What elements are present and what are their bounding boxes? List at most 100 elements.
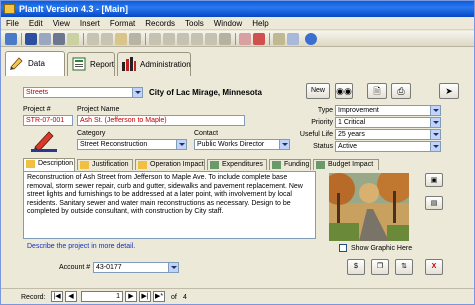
next-record-icon: ▶ [128, 293, 134, 300]
previous-record-button[interactable]: ◀ [65, 291, 77, 302]
chevron-down-icon[interactable] [430, 130, 440, 139]
find-icon[interactable] [219, 33, 231, 45]
tab-administration[interactable]: Administration [117, 52, 191, 76]
useful-life-select[interactable]: 25 years [335, 129, 441, 140]
menu-insert[interactable]: Insert [75, 17, 105, 30]
account-select[interactable]: 43-0177 [93, 262, 179, 273]
operation-impact-icon [138, 161, 147, 169]
toolbar-separator [83, 33, 84, 45]
delete-record-icon[interactable] [253, 33, 265, 45]
cut-icon[interactable] [87, 33, 99, 45]
menu-window[interactable]: Window [209, 17, 247, 30]
record-label: Record: [21, 294, 46, 301]
description-icon [26, 160, 35, 168]
tab-operation-impact[interactable]: Operation Impact [135, 159, 205, 170]
last-record-button[interactable]: ▶| [139, 291, 151, 302]
description-textarea[interactable]: Reconstruction of Ash Street from Jeffer… [23, 171, 316, 239]
justification-icon [80, 161, 89, 169]
sort-button[interactable]: ⇅ [395, 259, 413, 275]
dollar-icon: $ [354, 263, 358, 270]
clear-graphic-button[interactable]: ▤ [425, 196, 443, 210]
new-record-nav-button[interactable]: ▶* [153, 291, 165, 302]
first-record-button[interactable]: |◀ [51, 291, 63, 302]
toolbar-separator [21, 33, 22, 45]
print-button[interactable]: ⎙ [391, 83, 411, 99]
tab-data[interactable]: Data [5, 51, 65, 76]
status-select[interactable]: Active [335, 141, 441, 152]
tab-funding[interactable]: Funding [269, 159, 311, 170]
chevron-down-icon[interactable] [168, 263, 178, 272]
database-window-icon[interactable] [273, 33, 285, 45]
last-record-icon: ▶| [141, 293, 149, 300]
account-label: Account # [59, 264, 91, 271]
menu-file[interactable]: File [1, 17, 24, 30]
menu-format[interactable]: Format [105, 17, 140, 30]
exit-button[interactable]: ➤ [439, 83, 459, 99]
menu-view[interactable]: View [48, 17, 75, 30]
paste-icon[interactable] [115, 33, 127, 45]
main-window: PlanIt Version 4.3 - [Main] File Edit View… [0, 0, 475, 305]
copy-project-button[interactable]: ❐ [371, 259, 389, 275]
title-bar: PlanIt Version 4.3 - [Main] [1, 1, 474, 17]
category-select[interactable]: Street Reconstruction [77, 139, 187, 150]
menu-records[interactable]: Records [140, 17, 180, 30]
tab-expenditures[interactable]: Expenditures [207, 159, 267, 170]
toolbar [1, 31, 474, 47]
delete-project-button[interactable]: X [425, 259, 443, 275]
chevron-down-icon[interactable] [430, 106, 440, 115]
preview-button[interactable]: 🗎 [367, 83, 387, 99]
chevron-down-icon[interactable] [430, 142, 440, 151]
city-name: City of Lac Mirage, Minnesota [149, 88, 262, 97]
project-name-field[interactable]: Ash St. (Jefferson to Maple) [77, 115, 245, 126]
menu-help[interactable]: Help [247, 17, 273, 30]
design-view-icon[interactable] [5, 33, 17, 45]
filter-form-icon[interactable] [191, 33, 203, 45]
tab-report[interactable]: Report [67, 52, 115, 76]
contact-select[interactable]: Public Works Director [194, 139, 290, 150]
tab-budget-impact[interactable]: Budget Impact [313, 159, 379, 170]
chevron-down-icon[interactable] [430, 118, 440, 127]
money-button[interactable]: $ [347, 259, 365, 275]
account-value: 43-0177 [96, 264, 122, 271]
sort-ascending-icon[interactable] [149, 33, 161, 45]
program-select[interactable]: Streets [23, 87, 143, 98]
camera-button[interactable]: ▣ [425, 173, 443, 187]
module-tabs: Data Report Administration [1, 48, 474, 76]
type-value: Improvement [338, 107, 379, 114]
new-object-icon[interactable] [287, 33, 299, 45]
printer-icon: ⎙ [397, 86, 405, 96]
new-button[interactable]: New [306, 83, 330, 99]
print-preview-icon[interactable] [39, 33, 51, 45]
show-graphic-checkbox[interactable] [339, 244, 347, 252]
priority-select[interactable]: 1 Critical [335, 117, 441, 128]
tab-report-label: Report [90, 60, 115, 69]
chevron-down-icon[interactable] [132, 88, 142, 97]
contact-value: Public Works Director [197, 141, 265, 148]
menu-edit[interactable]: Edit [24, 17, 48, 30]
filter-selection-icon[interactable] [177, 33, 189, 45]
tab-justification[interactable]: Justification [77, 159, 133, 170]
tab-expenditures-label: Expenditures [222, 161, 263, 168]
help-icon[interactable] [305, 33, 317, 45]
copy-icon[interactable] [101, 33, 113, 45]
chevron-down-icon[interactable] [279, 140, 289, 149]
tab-funding-label: Funding [284, 161, 310, 168]
chevron-down-icon[interactable] [176, 140, 186, 149]
project-number-field[interactable]: STR-07-001 [23, 115, 73, 126]
type-select[interactable]: Improvement [335, 105, 441, 116]
spelling-icon[interactable] [67, 33, 79, 45]
undo-icon[interactable] [129, 33, 141, 45]
save-icon[interactable] [25, 33, 37, 45]
next-record-button[interactable]: ▶ [125, 291, 137, 302]
binoculars-button[interactable]: ◉◉ [335, 83, 353, 99]
priority-value: 1 Critical [338, 119, 366, 126]
sort-descending-icon[interactable] [163, 33, 175, 45]
tab-description-label: Description [38, 160, 74, 167]
apply-filter-icon[interactable] [205, 33, 217, 45]
new-record-icon[interactable] [239, 33, 251, 45]
menu-tools[interactable]: Tools [180, 17, 209, 30]
print-icon[interactable] [53, 33, 65, 45]
record-number-input[interactable]: 1 [81, 291, 123, 302]
tab-description[interactable]: Description [23, 158, 75, 171]
category-value: Street Reconstruction [80, 141, 148, 148]
